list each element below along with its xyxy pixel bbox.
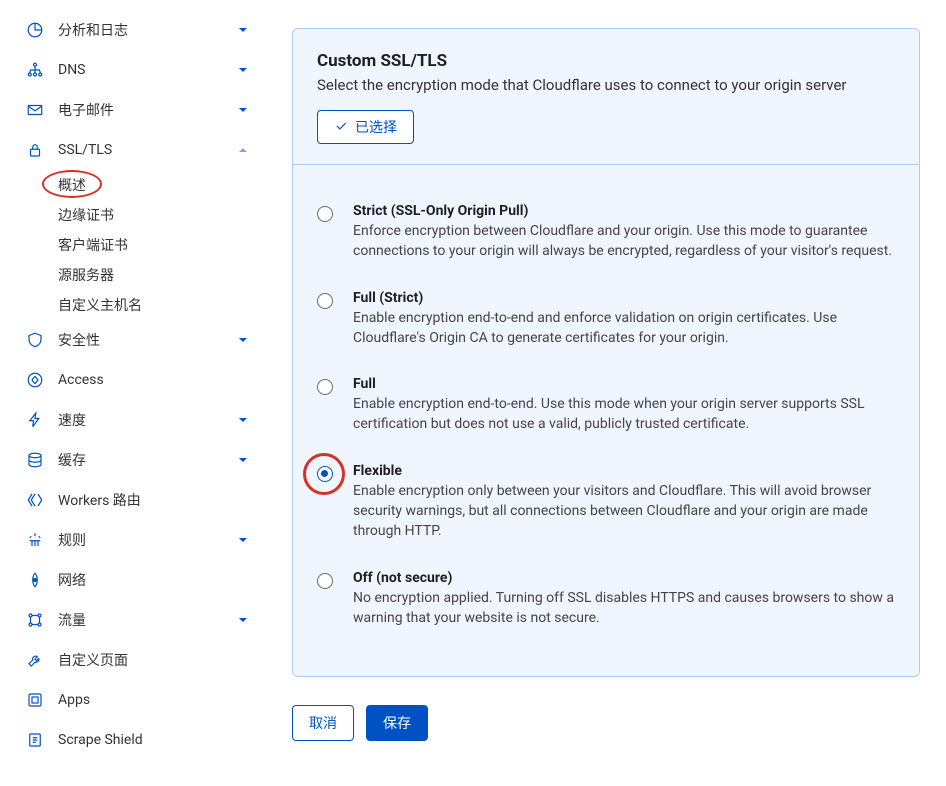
option-desc: Enable encryption end-to-end. Use this m… [353,394,895,435]
sidebar-sub-label: 源服务器 [58,265,114,285]
ssl-mode-panel: Custom SSL/TLS Select the encryption mod… [292,28,920,677]
option-title: Full [353,376,895,392]
sidebar-sub-label: 边缘证书 [58,205,114,225]
sidebar-label: 速度 [58,410,238,430]
option-desc: Enforce encryption between Cloudflare an… [353,221,895,262]
sidebar-label: 自定义页面 [58,650,248,670]
sidebar-item-apps[interactable]: Apps [0,680,262,720]
option-desc: Enable encryption end-to-end and enforce… [353,308,895,349]
chevron-down-icon [238,335,248,345]
sidebar-item-access[interactable]: Access [0,360,262,400]
sidebar: 分析和日志 DNS 电子邮件 SSL/TLS 概述 边缘证书 [0,0,262,786]
chevron-down-icon [238,615,248,625]
cache-icon [26,451,44,469]
sidebar-item-traffic[interactable]: 流量 [0,600,262,640]
dns-icon [26,61,44,79]
chevron-down-icon [238,415,248,425]
bolt-icon [26,411,44,429]
selected-label: 已选择 [355,117,397,137]
chevron-down-icon [238,25,248,35]
check-icon [334,119,348,136]
sidebar-item-network[interactable]: 网络 [0,560,262,600]
option-full[interactable]: Full Enable encryption end-to-end. Use t… [317,364,895,451]
option-flexible[interactable]: Flexible Enable encryption only between … [317,451,895,558]
option-title: Off (not secure) [353,570,895,586]
sidebar-label: SSL/TLS [58,142,238,158]
sidebar-item-rules[interactable]: 规则 [0,520,262,560]
access-icon [26,371,44,389]
option-title: Full (Strict) [353,290,895,306]
option-strict[interactable]: Strict (SSL-Only Origin Pull) Enforce en… [317,191,895,278]
sidebar-subitem-origin-server[interactable]: 源服务器 [0,260,262,290]
sidebar-label: 安全性 [58,330,238,350]
sidebar-label: 规则 [58,530,238,550]
lock-icon [26,141,44,159]
network-icon [26,571,44,589]
chevron-up-icon [238,145,248,155]
chevron-down-icon [238,535,248,545]
radio-full-strict[interactable] [317,293,333,309]
panel-body: Strict (SSL-Only Origin Pull) Enforce en… [293,165,919,676]
sidebar-item-analytics[interactable]: 分析和日志 [0,10,262,50]
workers-icon [26,491,44,509]
sidebar-label: Scrape Shield [58,732,248,748]
sidebar-item-email[interactable]: 电子邮件 [0,90,262,130]
sidebar-label: 网络 [58,570,248,590]
sidebar-item-security[interactable]: 安全性 [0,320,262,360]
sidebar-label: Access [58,372,248,388]
option-title: Strict (SSL-Only Origin Pull) [353,203,895,219]
sidebar-item-scrape-shield[interactable]: Scrape Shield [0,720,262,760]
option-off[interactable]: Off (not secure) No encryption applied. … [317,558,895,645]
option-desc: Enable encryption only between your visi… [353,481,895,542]
sidebar-label: 电子邮件 [58,100,238,120]
sidebar-label: 缓存 [58,450,238,470]
chevron-down-icon [238,65,248,75]
sidebar-subitem-overview[interactable]: 概述 [0,170,262,200]
main-content: Custom SSL/TLS Select the encryption mod… [262,0,946,786]
panel-subtitle: Select the encryption mode that Cloudfla… [317,75,895,96]
mail-icon [26,101,44,119]
sidebar-item-caching[interactable]: 缓存 [0,440,262,480]
selected-indicator-button[interactable]: 已选择 [317,110,414,144]
sidebar-item-speed[interactable]: 速度 [0,400,262,440]
sidebar-label: 分析和日志 [58,20,238,40]
sidebar-item-workers[interactable]: Workers 路由 [0,480,262,520]
sidebar-label: Apps [58,692,248,708]
option-full-strict[interactable]: Full (Strict) Enable encryption end-to-e… [317,278,895,365]
radio-off[interactable] [317,573,333,589]
chevron-down-icon [238,105,248,115]
sidebar-sub-label: 客户端证书 [58,235,128,255]
sidebar-label: DNS [58,62,238,78]
panel-header: Custom SSL/TLS Select the encryption mod… [293,29,919,165]
panel-title: Custom SSL/TLS [317,51,895,71]
sidebar-subitem-edge-certs[interactable]: 边缘证书 [0,200,262,230]
sidebar-sub-label: 自定义主机名 [58,295,142,315]
radio-flexible[interactable] [317,466,333,482]
shield-icon [26,331,44,349]
sidebar-item-ssl-tls[interactable]: SSL/TLS [0,130,262,170]
option-title: Flexible [353,463,895,479]
rules-icon [26,531,44,549]
traffic-icon [26,611,44,629]
apps-icon [26,691,44,709]
chevron-down-icon [238,455,248,465]
wrench-icon [26,651,44,669]
sidebar-item-dns[interactable]: DNS [0,50,262,90]
option-desc: No encryption applied. Turning off SSL d… [353,588,895,629]
sidebar-sub-label: 概述 [58,175,86,195]
cancel-button[interactable]: 取消 [292,705,354,741]
footer-actions: 取消 保存 [292,705,920,741]
chart-icon [26,21,44,39]
save-button[interactable]: 保存 [366,705,428,741]
sidebar-subitem-custom-hostnames[interactable]: 自定义主机名 [0,290,262,320]
sidebar-label: Workers 路由 [58,490,248,510]
ssl-tls-submenu: 概述 边缘证书 客户端证书 源服务器 自定义主机名 [0,170,262,320]
radio-full[interactable] [317,379,333,395]
sidebar-label: 流量 [58,610,238,630]
sidebar-item-custom-pages[interactable]: 自定义页面 [0,640,262,680]
sidebar-subitem-client-certs[interactable]: 客户端证书 [0,230,262,260]
scrape-icon [26,731,44,749]
radio-strict[interactable] [317,206,333,222]
